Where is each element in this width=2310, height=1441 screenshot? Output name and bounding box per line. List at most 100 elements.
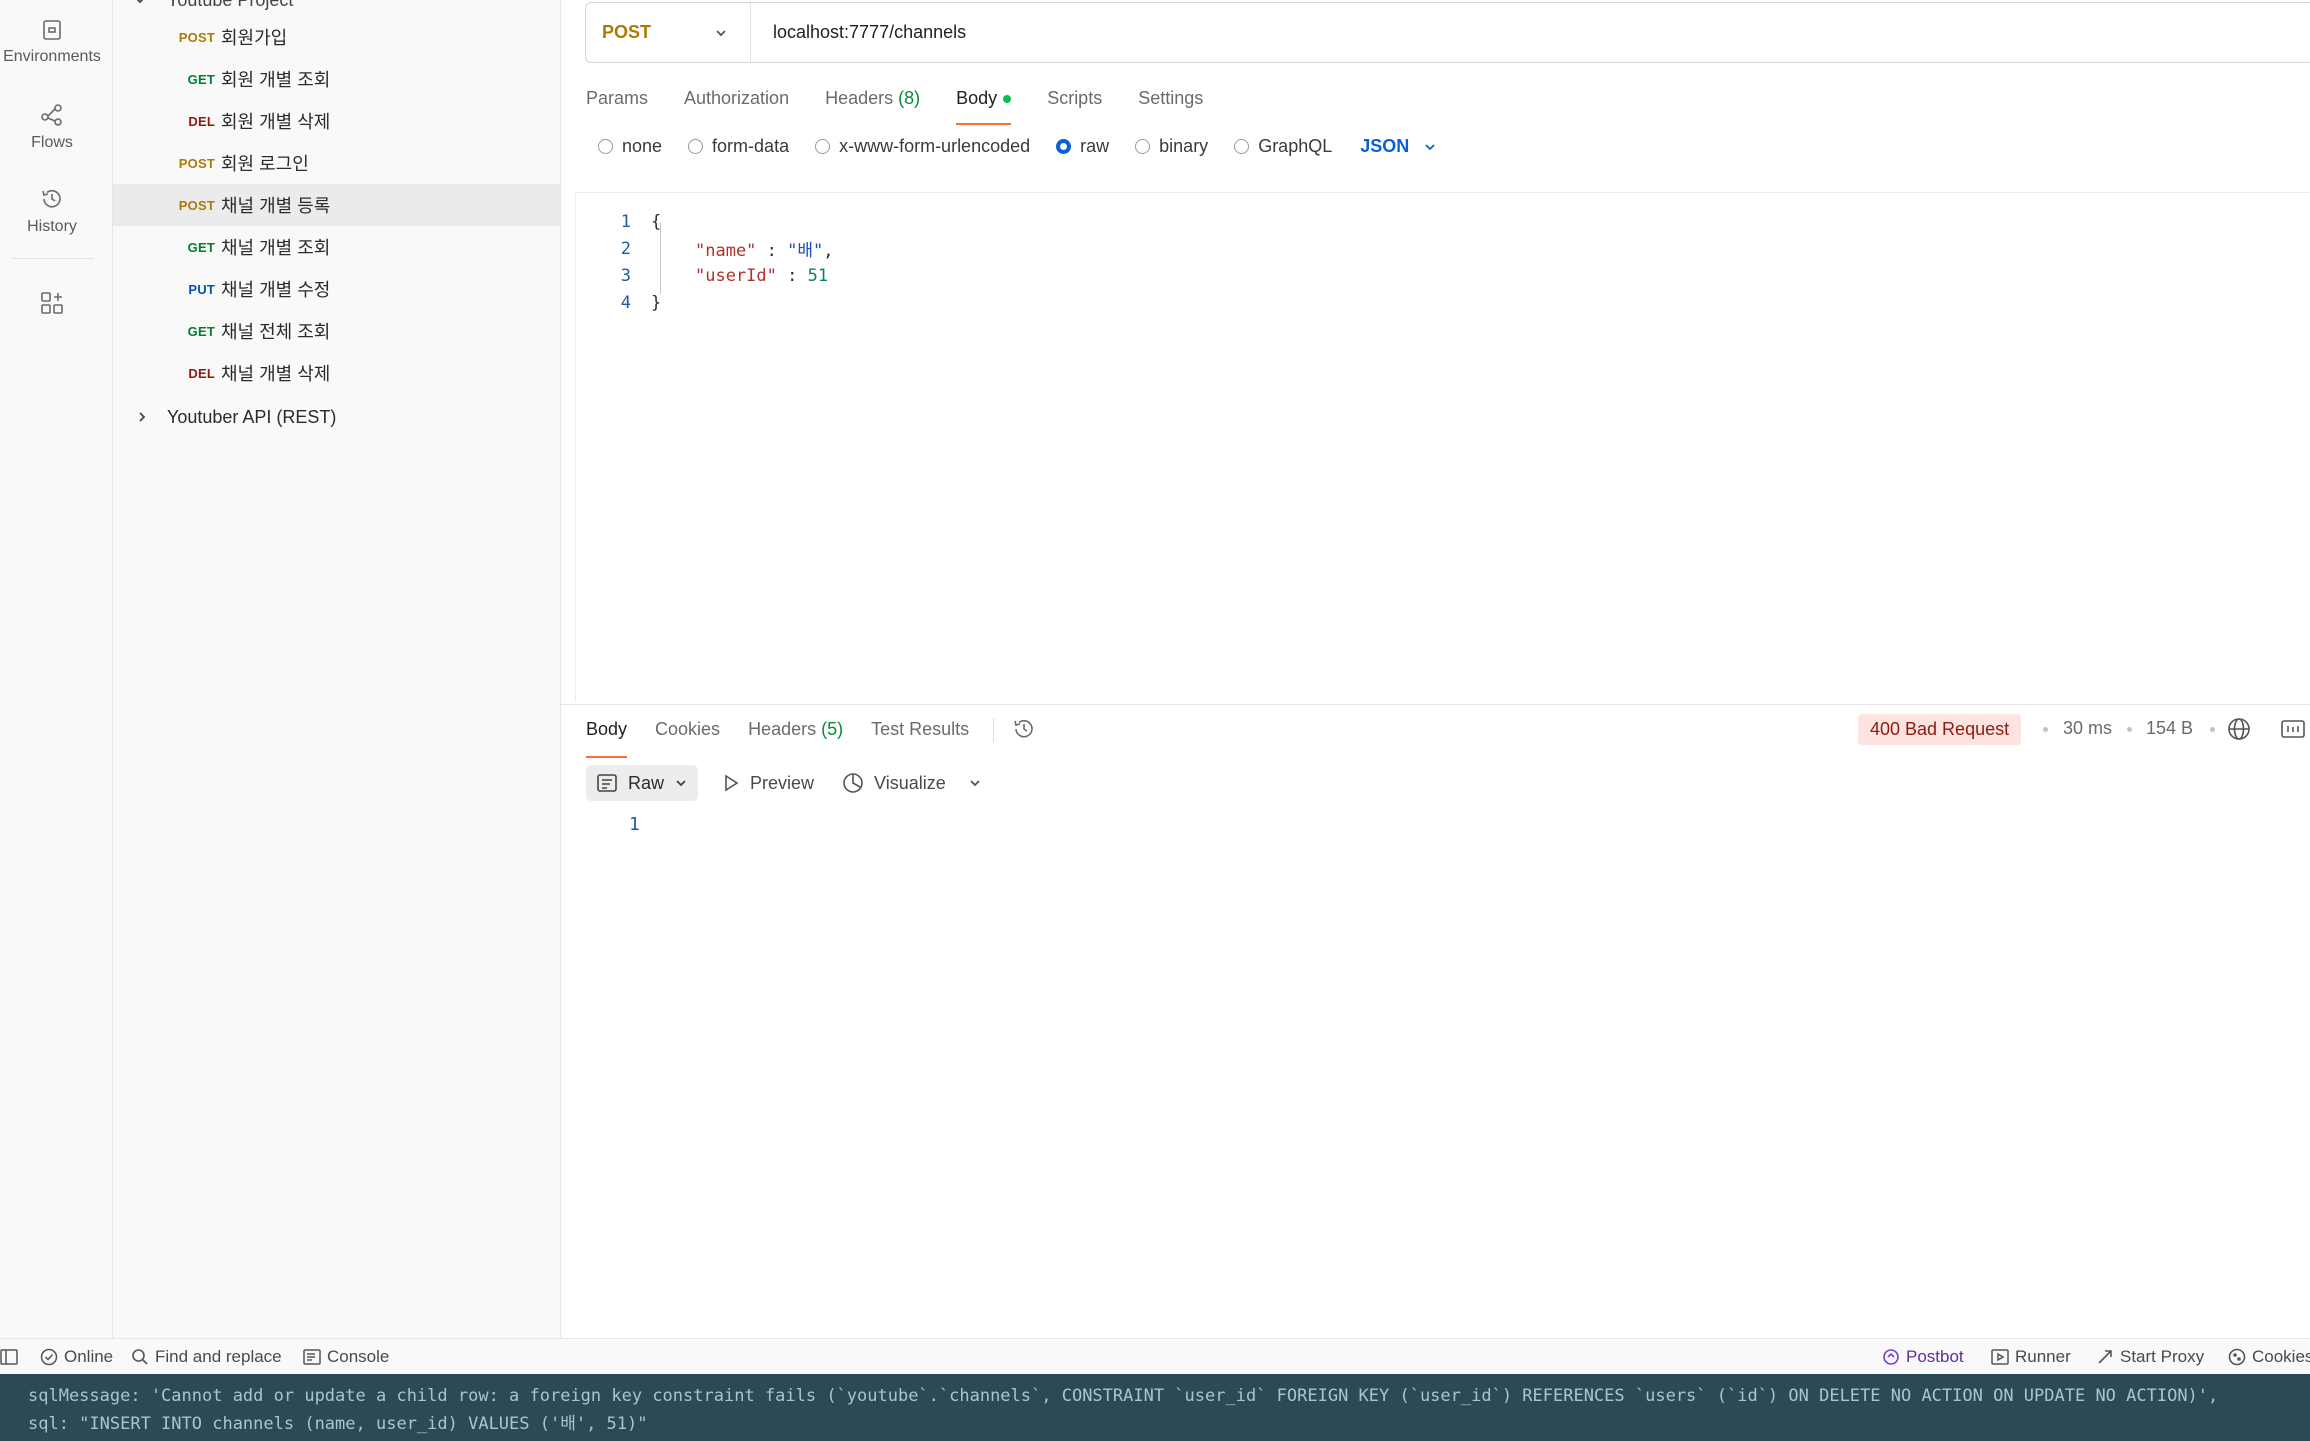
format-dropdown[interactable]: Raw (586, 765, 699, 801)
code-text: "name" : "배", (695, 241, 834, 261)
method-badge: POST (178, 155, 215, 171)
tab-scripts[interactable]: Scripts (1047, 82, 1102, 115)
response-size[interactable]: 154 B (2146, 718, 2193, 739)
tree-request-item[interactable]: GET 채널 전체 조회 (113, 310, 560, 352)
response-line-number: 1 (629, 814, 640, 835)
request-name: 채널 전체 조회 (221, 322, 331, 342)
method-badge: GET (187, 323, 215, 339)
format-value: Raw (628, 772, 665, 793)
runner-button[interactable]: Runner (1991, 1339, 2071, 1375)
tab-label: Headers (825, 88, 894, 108)
code-text: } (651, 292, 662, 313)
sidebar-toggle-icon (0, 1349, 18, 1365)
globe-icon[interactable] (2226, 716, 2252, 742)
separator-dot (2210, 727, 2215, 732)
collection-name: Youtuber API (REST) (167, 406, 337, 427)
terminal-line: sqlMessage: 'Cannot add or update a chil… (28, 1386, 2219, 1406)
postbot-button[interactable]: Postbot (1882, 1339, 1964, 1375)
method-badge: DEL (188, 113, 215, 129)
chevron-down-icon (136, 0, 144, 4)
tree-item-parent-collection[interactable]: Youtube Project (113, 0, 293, 14)
json-value: 51 (807, 265, 829, 286)
find-replace-button[interactable]: Find and replace (131, 1339, 282, 1375)
tree-request-item[interactable]: POST 회원가입 (113, 16, 560, 58)
tree-request-item[interactable]: GET 회원 개별 조회 (113, 58, 560, 100)
method-value: POST (602, 22, 652, 42)
tree-request-item-selected[interactable]: POST 채널 개별 등록 (113, 184, 560, 226)
method-badge: GET (187, 239, 215, 255)
cookies-button[interactable]: Cookies (2228, 1339, 2310, 1375)
tab-authorization[interactable]: Authorization (684, 82, 789, 115)
history-icon (42, 189, 61, 208)
save-response-icon[interactable] (2280, 718, 2306, 740)
radio-label: raw (1080, 136, 1110, 156)
radio-form-data[interactable]: form-data (688, 136, 789, 157)
console-icon (303, 1349, 321, 1365)
tree-request-item[interactable]: POST 회원 로그인 (113, 142, 560, 184)
status-badge[interactable]: 400 Bad Request (1858, 714, 2022, 745)
preview-label: Preview (750, 772, 815, 793)
language-dropdown[interactable]: JSON (1360, 136, 1437, 157)
tab-headers[interactable]: Headers (8) (825, 82, 920, 115)
radio-circle (1135, 139, 1151, 154)
tab-response-cookies[interactable]: Cookies (655, 713, 720, 746)
rail-item-flows[interactable]: Flows (0, 102, 104, 152)
sidebar-rail: Environments Flows History (0, 0, 113, 1338)
radio-none[interactable]: none (598, 136, 662, 157)
tab-response-headers[interactable]: Headers (5) (748, 713, 843, 746)
radio-label: binary (1159, 136, 1209, 156)
tab-body[interactable]: Body (956, 82, 1012, 125)
find-replace-label: Find and replace (155, 1347, 282, 1366)
tree-request-item[interactable]: GET 채널 개별 조회 (113, 226, 560, 268)
url-bar: POST (585, 2, 2310, 63)
toggle-sidebar-button[interactable] (0, 1339, 24, 1375)
indent-guide (660, 222, 661, 294)
start-proxy-label: Start Proxy (2120, 1347, 2205, 1366)
code-text: "userId" : 51 (695, 265, 829, 286)
radio-graphql[interactable]: GraphQL (1234, 136, 1332, 157)
postbot-icon (1883, 1349, 1899, 1365)
radio-binary[interactable]: binary (1135, 136, 1208, 157)
json-value: "배" (787, 241, 824, 261)
tree-request-item[interactable]: DEL 회원 개별 삭제 (113, 100, 560, 142)
console-button[interactable]: Console (303, 1339, 389, 1375)
visualize-button[interactable]: Visualize (842, 772, 946, 794)
tree-item-collection[interactable]: Youtuber API (REST) (113, 396, 560, 438)
language-value: JSON (1360, 136, 1410, 156)
rail-item-history[interactable]: History (0, 186, 104, 236)
line-number: 3 (620, 265, 631, 286)
tree-request-item[interactable]: DEL 채널 개별 삭제 (113, 352, 560, 394)
pane-divider[interactable] (561, 704, 2310, 705)
line-number: 2 (620, 238, 631, 259)
tree-request-item[interactable]: PUT 채널 개별 수정 (113, 268, 560, 310)
start-proxy-button[interactable]: Start Proxy (2096, 1339, 2204, 1375)
tab-params[interactable]: Params (586, 82, 648, 115)
rail-label: Flows (31, 134, 73, 151)
terminal-output[interactable]: sqlMessage: 'Cannot add or update a chil… (0, 1374, 2310, 1441)
code-line: 2 "name" : "배", (576, 235, 834, 262)
radio-urlencoded[interactable]: x-www-form-urlencoded (815, 136, 1030, 157)
divider (993, 718, 994, 742)
line-number: 4 (620, 292, 631, 313)
tab-test-results[interactable]: Test Results (871, 713, 969, 746)
rail-item-configure[interactable] (0, 290, 104, 316)
check-circle-icon (40, 1348, 58, 1366)
chevron-down-icon[interactable] (968, 776, 982, 790)
request-body-editor[interactable]: 1 { 2 "name" : "배", 3 "userId" : 51 4 } (575, 192, 2310, 702)
radio-raw[interactable]: raw (1056, 136, 1109, 157)
response-time[interactable]: 30 ms (2063, 718, 2112, 739)
visualize-icon (843, 773, 863, 793)
online-status[interactable]: Online (40, 1339, 113, 1375)
response-history-button[interactable] (1011, 716, 1037, 747)
tab-settings[interactable]: Settings (1138, 82, 1203, 115)
method-dropdown[interactable]: POST (586, 3, 751, 62)
preview-button[interactable]: Preview (722, 773, 814, 794)
tab-response-body[interactable]: Body (586, 713, 628, 758)
rail-item-environments[interactable]: Environments (0, 18, 104, 66)
proxy-icon (2098, 1350, 2112, 1364)
response-tabs: Body Cookies Headers (5) Test Results (586, 713, 997, 758)
url-input[interactable] (771, 21, 2171, 44)
request-name: 채널 개별 등록 (221, 196, 331, 216)
history-icon (1014, 719, 1033, 738)
radio-label: x-www-form-urlencoded (839, 136, 1031, 156)
